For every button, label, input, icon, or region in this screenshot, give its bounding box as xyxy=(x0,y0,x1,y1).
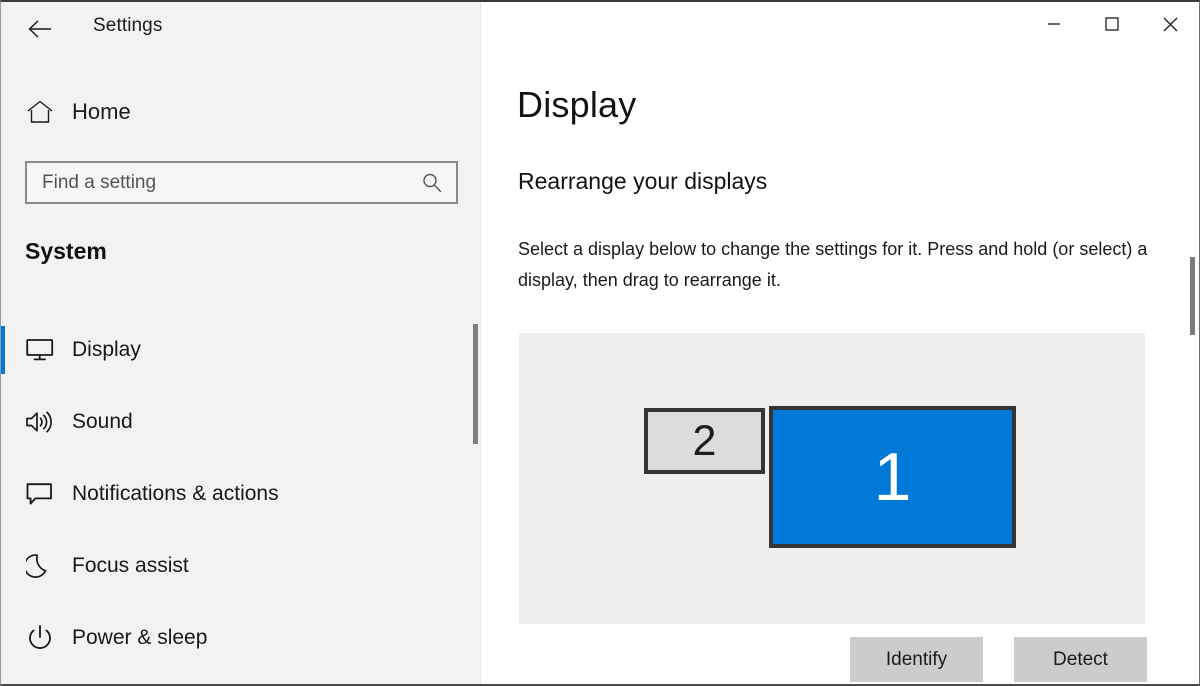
display-action-buttons: Identify Detect xyxy=(481,637,1199,684)
sidebar-scrollbar-thumb[interactable] xyxy=(473,324,478,444)
section-description: Select a display below to change the set… xyxy=(518,234,1148,296)
display-monitor-1-number: 1 xyxy=(874,443,912,511)
speaker-icon xyxy=(23,405,57,439)
search-box[interactable] xyxy=(25,161,458,204)
content-scrollbar-thumb[interactable] xyxy=(1190,257,1195,335)
display-monitor-2-number: 2 xyxy=(693,420,717,463)
sidebar-nav-list: Display Sound xyxy=(1,314,461,674)
section-subtitle: Rearrange your displays xyxy=(518,168,767,195)
monitor-icon xyxy=(23,333,57,367)
main-content: Display Rearrange your displays Select a… xyxy=(481,2,1199,684)
display-arrangement-canvas[interactable]: 2 1 xyxy=(519,333,1145,624)
sidebar-item-power-sleep[interactable]: Power & sleep xyxy=(1,602,461,674)
sidebar-item-label-sound: Sound xyxy=(72,410,133,434)
sidebar-section-title: System xyxy=(25,238,107,265)
app-title: Settings xyxy=(93,15,162,37)
sidebar-item-focus-assist[interactable]: Focus assist xyxy=(1,530,461,602)
page-title: Display xyxy=(517,84,636,126)
minimize-icon[interactable] xyxy=(1025,2,1083,46)
back-arrow-icon[interactable] xyxy=(19,8,61,50)
chat-bubble-icon xyxy=(23,477,57,511)
window-controls xyxy=(1025,2,1199,50)
sidebar-item-label-focus-assist: Focus assist xyxy=(72,554,189,578)
display-monitor-2[interactable]: 2 xyxy=(644,408,765,474)
sidebar-item-home[interactable]: Home xyxy=(1,88,461,136)
search-input[interactable] xyxy=(27,172,416,194)
sidebar-scrollbar[interactable] xyxy=(471,2,479,684)
search-icon[interactable] xyxy=(416,163,456,202)
sidebar-item-label-home: Home xyxy=(72,99,131,125)
settings-window: Settings Home System xyxy=(0,0,1200,686)
sidebar-item-notifications[interactable]: Notifications & actions xyxy=(1,458,461,530)
sidebar-item-label-notifications: Notifications & actions xyxy=(72,482,279,506)
sidebar-item-display[interactable]: Display xyxy=(1,314,461,386)
sidebar: Settings Home System xyxy=(1,2,480,684)
selection-indicator xyxy=(1,326,5,374)
sidebar-item-label-power-sleep: Power & sleep xyxy=(72,626,207,650)
content-scrollbar[interactable] xyxy=(1185,2,1199,684)
maximize-icon[interactable] xyxy=(1083,2,1141,46)
sidebar-item-label-display: Display xyxy=(72,338,141,362)
identify-button[interactable]: Identify xyxy=(850,637,983,682)
moon-icon xyxy=(23,549,57,583)
detect-button[interactable]: Detect xyxy=(1014,637,1147,682)
titlebar-left-region: Settings xyxy=(1,2,480,58)
home-icon xyxy=(25,97,55,127)
display-monitor-1[interactable]: 1 xyxy=(769,406,1016,548)
sidebar-item-sound[interactable]: Sound xyxy=(1,386,461,458)
power-icon xyxy=(23,621,57,655)
